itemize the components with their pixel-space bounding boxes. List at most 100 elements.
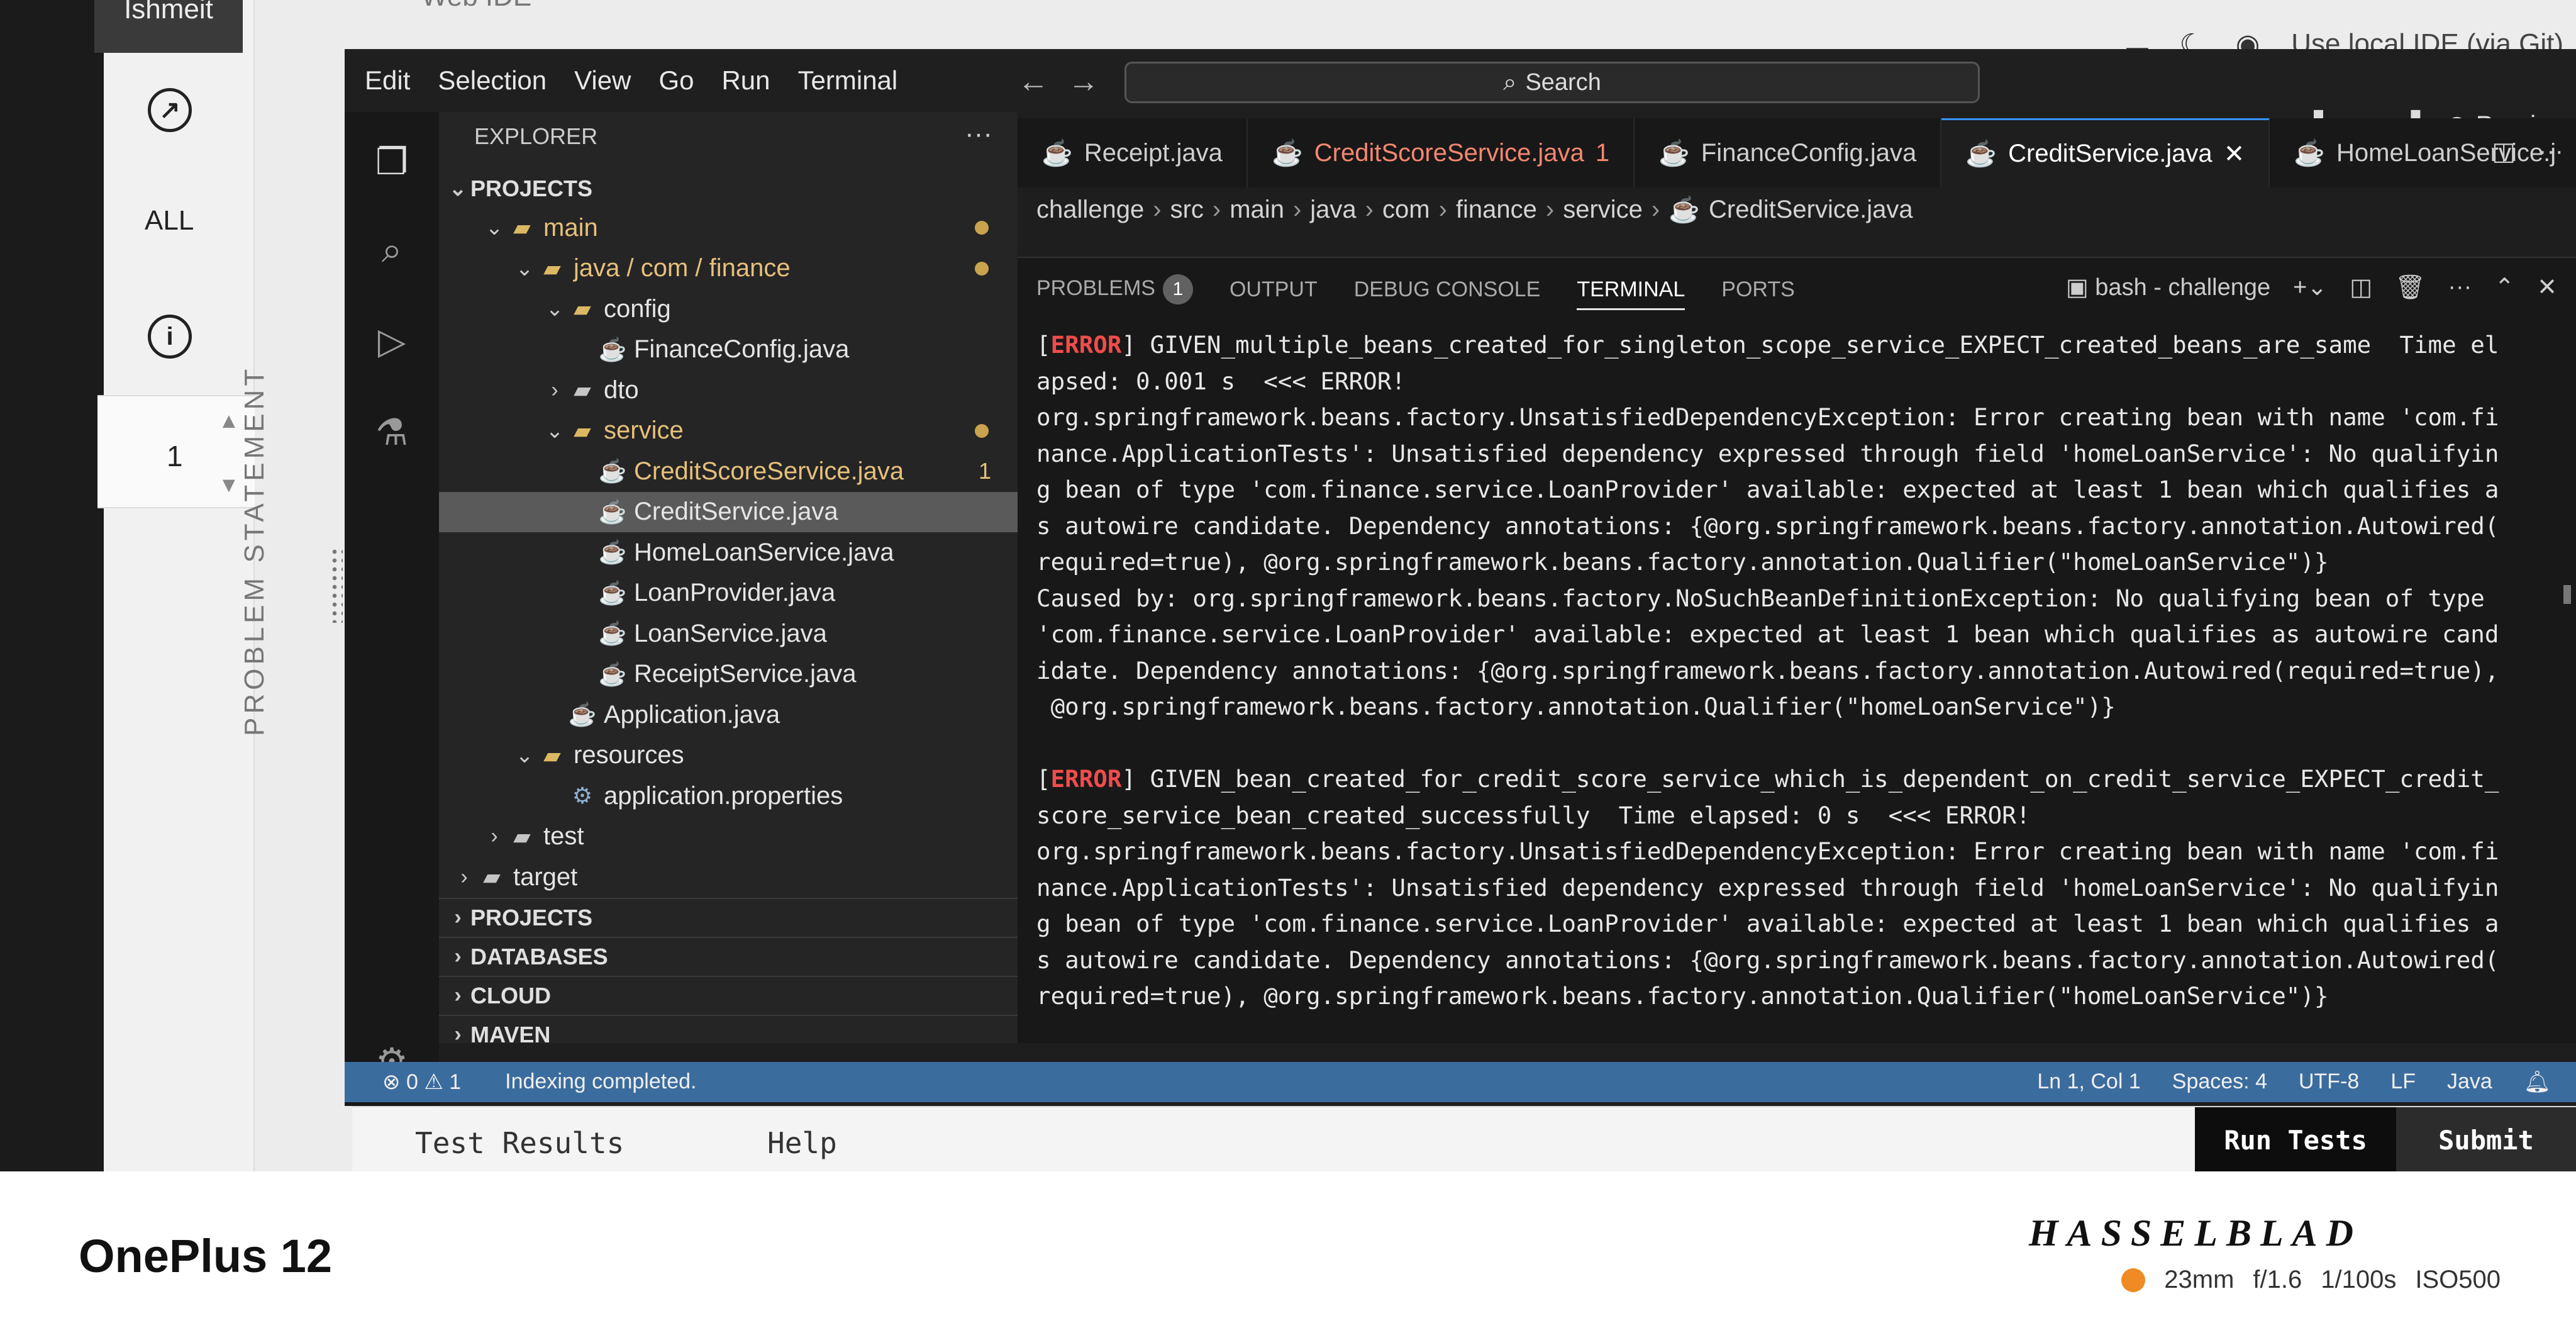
breadcrumb-item[interactable]: challenge	[1036, 196, 1144, 224]
terminal-scrollbar[interactable]	[2563, 585, 2571, 604]
tree-item[interactable]: › ▰ dto	[439, 370, 1018, 411]
breadcrumb-item[interactable]: com	[1382, 196, 1430, 224]
breadcrumb-item[interactable]: java	[1310, 196, 1356, 224]
breadcrumb-item[interactable]: finance	[1456, 196, 1537, 224]
files-icon[interactable]: ❐	[370, 140, 414, 184]
menu-terminal[interactable]: Terminal	[798, 65, 898, 96]
tree-item[interactable]: ⌄ ▰ main	[439, 208, 1018, 248]
problems-status[interactable]: ⊗ 0 ⚠ 1	[382, 1069, 461, 1095]
more-actions-icon[interactable]: ···	[965, 118, 992, 150]
tree-item[interactable]: ☕ LoanProvider.java	[439, 573, 1018, 614]
tree-item[interactable]: ☕ ReceiptService.java	[439, 654, 1018, 695]
language-mode[interactable]: Java	[2447, 1069, 2492, 1095]
menu-view[interactable]: View	[574, 65, 631, 96]
section-databases[interactable]: › DATABASES	[439, 936, 1018, 976]
tree-item[interactable]: ☕ CreditService.java	[439, 491, 1018, 532]
folder-open-icon: ▰	[543, 255, 561, 281]
terminal-selector[interactable]: ▣ bash - challenge	[2066, 273, 2270, 301]
tab-label: CreditService.java	[2008, 140, 2212, 167]
tree-item[interactable]: › ▰ test	[439, 817, 1018, 857]
breadcrumb-item[interactable]: CreditService.java	[1709, 196, 1913, 224]
problem-statement-label[interactable]: PROBLEM STATEMENT	[239, 366, 270, 736]
terminal-line: @org.springframework.beans.factory.annot…	[1036, 689, 2558, 725]
split-editor-icon[interactable]: ◫	[2492, 137, 2516, 166]
editor-tab[interactable]: ☕ Receipt.java	[1018, 118, 1248, 187]
close-tab-icon[interactable]: ✕	[2224, 140, 2245, 169]
terminal-text: s autowire candidate. Dependency annotat…	[1036, 511, 2499, 540]
back-arrow-icon[interactable]: ←	[1018, 64, 1068, 99]
indentation[interactable]: Spaces: 4	[2172, 1069, 2267, 1095]
compass-icon[interactable]: ↗	[148, 88, 192, 132]
menu-run[interactable]: Run	[721, 65, 770, 96]
new-terminal-icon[interactable]: +⌄	[2293, 273, 2327, 301]
tree-item[interactable]: ☕ CreditScoreService.java 1	[439, 451, 1018, 492]
folder-icon: ▰	[483, 864, 501, 890]
info-icon[interactable]: i	[148, 315, 192, 359]
tree-item[interactable]: ☕ Application.java	[439, 695, 1018, 735]
split-terminal-icon[interactable]: ◫	[2350, 273, 2372, 301]
run-debug-icon[interactable]: ▷	[370, 320, 414, 364]
bell-icon[interactable]: 🔔︎	[2524, 1069, 2551, 1095]
terminal-name: bash - challenge	[2095, 274, 2271, 301]
breadcrumb-item[interactable]: main	[1230, 196, 1284, 224]
tree-item[interactable]: ☕ LoanService.java	[439, 613, 1018, 654]
editor-tab[interactable]: ☕ CreditScoreService.java 1	[1248, 118, 1635, 187]
tree-item[interactable]: ⚙ application.properties	[439, 776, 1018, 817]
forward-arrow-icon[interactable]: →	[1068, 64, 1118, 99]
tree-item[interactable]: ⌄ ▰ config	[439, 289, 1018, 330]
terminal-output[interactable]: [ERROR] GIVEN_multiple_beans_created_for…	[1036, 327, 2558, 1038]
all-filter[interactable]: ALL	[145, 205, 194, 237]
tree-item[interactable]: ☕ FinanceConfig.java	[439, 330, 1018, 371]
help-tab[interactable]: Help	[767, 1126, 837, 1160]
tab-terminal[interactable]: TERMINAL	[1577, 277, 1685, 310]
encoding[interactable]: UTF-8	[2299, 1069, 2359, 1095]
terminal-line: org.springframework.beans.factory.Unsati…	[1036, 834, 2558, 870]
trash-icon[interactable]: 🗑	[2395, 274, 2425, 301]
more-actions-icon[interactable]: ···	[2448, 274, 2472, 301]
menu-selection[interactable]: Selection	[438, 65, 547, 96]
breadcrumb-item[interactable]: service	[1563, 196, 1643, 224]
menu-edit[interactable]: Edit	[365, 65, 410, 96]
submit-button[interactable]: Submit	[2396, 1107, 2576, 1171]
question-counter[interactable]: 1 ▲ ▼	[97, 395, 255, 508]
editor-tab[interactable]: ☕ FinanceConfig.java	[1635, 118, 1942, 187]
resize-handle[interactable]	[330, 547, 343, 623]
chevron-right-icon: ›	[454, 983, 462, 1007]
tree-item[interactable]: ☕ HomeLoanService.java	[439, 532, 1018, 573]
section-cloud[interactable]: › CLOUD	[439, 975, 1018, 1015]
chevron-down-icon: ⌄	[545, 418, 564, 443]
run-tests-button[interactable]: Run Tests	[2195, 1107, 2396, 1171]
chevron-down-icon[interactable]: ▼	[218, 473, 240, 498]
sidebar-top-tab[interactable]: Ishmeit	[94, 0, 243, 53]
close-panel-icon[interactable]: ✕	[2537, 273, 2557, 301]
tab-problems[interactable]: PROBLEMS 1	[1036, 274, 1193, 304]
testing-flask-icon[interactable]: ⚗	[370, 411, 414, 455]
error-icon: ⊗	[382, 1070, 406, 1094]
tree-item[interactable]: › ▰ target	[439, 857, 1018, 898]
tab-debug-console[interactable]: DEBUG CONSOLE	[1354, 277, 1541, 302]
section-maven[interactable]: › MAVEN	[439, 1014, 1018, 1054]
tree-item[interactable]: ⌄ ▰ resources	[439, 735, 1018, 776]
search-icon[interactable]: ⌕	[370, 228, 414, 272]
bottom-panel: PROBLEMS 1 OUTPUT DEBUG CONSOLE TERMINAL …	[1018, 257, 2576, 1043]
test-results-tab[interactable]: Test Results	[415, 1126, 624, 1160]
editor-tab[interactable]: ☕ CreditService.java ✕	[1941, 118, 2270, 187]
section-projects[interactable]: ⌄ PROJECTS	[439, 170, 1018, 208]
status-message: Indexing completed.	[505, 1069, 697, 1093]
chevron-up-icon[interactable]: ▲	[218, 409, 240, 433]
tree-item[interactable]: ⌄ ▰ service	[439, 411, 1018, 452]
maximize-panel-icon[interactable]: ⌃	[2494, 273, 2514, 301]
more-actions-icon[interactable]: ···	[2538, 137, 2563, 166]
menu-go[interactable]: Go	[658, 65, 694, 96]
terminal-text: @org.springframework.beans.factory.annot…	[1036, 693, 2116, 720]
line-ending[interactable]: LF	[2390, 1069, 2416, 1095]
nav-arrows[interactable]: ←→	[1018, 63, 1118, 99]
warning-count: 1	[449, 1070, 462, 1094]
tree-item[interactable]: ⌄ ▰ java / com / finance	[439, 248, 1018, 289]
tab-output[interactable]: OUTPUT	[1230, 277, 1318, 302]
section-projects[interactable]: › PROJECTS	[439, 897, 1018, 937]
cursor-position[interactable]: Ln 1, Col 1	[2037, 1069, 2140, 1095]
command-search[interactable]: ⌕ Search	[1124, 62, 1980, 103]
breadcrumb-item[interactable]: src	[1170, 196, 1204, 224]
tab-ports[interactable]: PORTS	[1721, 277, 1795, 302]
